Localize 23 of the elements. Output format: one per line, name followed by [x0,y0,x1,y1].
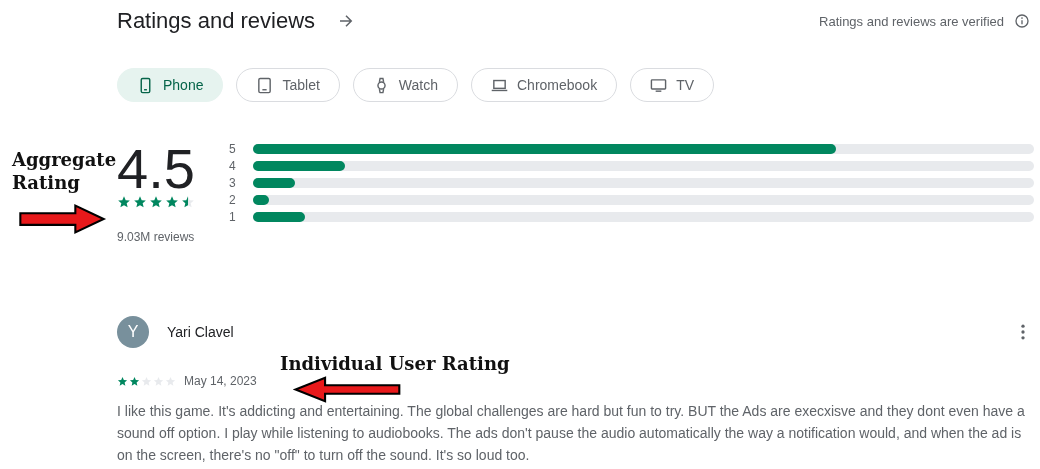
section-title: Ratings and reviews [117,8,316,34]
device-tab[interactable]: Watch [352,68,458,102]
star-label: 3 [229,178,237,188]
annotation-label: Aggregate Rating [12,148,118,195]
device-tab[interactable]: Tablet [236,68,340,102]
review-count: 9.03M reviews [117,230,196,244]
review-date: May 14, 2023 [184,374,257,388]
review-text: I like this game. It's addicting and entertaining. The global challenges are hard but fun to try. BUT the Ads are execxisve and they dont even have a sound off option. I play while listening to audiobooks. The ads don't pause the audio automatically the way a notification would, and when the ad is on the screen, there's no "off" to turn off the sound. It's so loud too. [117,402,1026,465]
verified-note: Ratings and reviews are verified [819,13,1004,29]
star-label: 2 [229,195,237,205]
tablet-icon [256,76,274,94]
tv-icon [650,76,668,94]
rating-score: 4.5 [117,143,196,195]
author-name: Yari Clavel [167,324,235,340]
star-label: 1 [229,212,237,222]
device-tab[interactable]: Phone [117,68,224,102]
device-tab[interactable]: TV [630,68,715,102]
info-icon[interactable] [1014,13,1030,29]
star-label: 5 [229,144,237,154]
annotation-label: Individual User Rating [280,352,510,376]
avatar: Y [117,316,149,348]
star-label: 4 [229,161,237,171]
device-tab[interactable]: Chromebook [471,68,618,102]
